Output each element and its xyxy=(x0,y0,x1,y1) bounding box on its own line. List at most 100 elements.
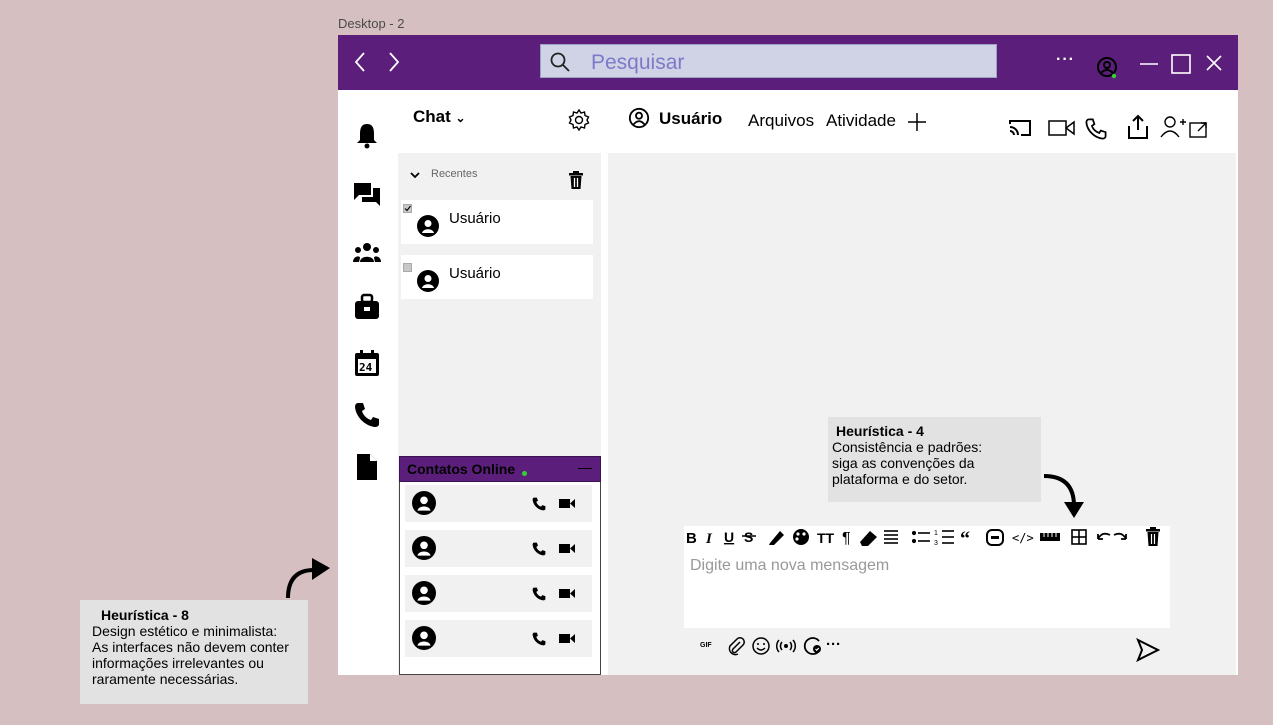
annotation-arrow-down xyxy=(1043,474,1084,518)
paragraph-icon: ¶ xyxy=(842,530,851,547)
underline-icon: U xyxy=(724,529,734,545)
strikethrough-icon: S xyxy=(744,529,753,545)
italic-icon: I xyxy=(705,531,713,547)
account-icon[interactable] xyxy=(1095,55,1119,79)
chat-item[interactable]: Usuário xyxy=(401,200,593,244)
trash-icon[interactable] xyxy=(568,170,584,190)
phone-icon[interactable] xyxy=(531,541,547,557)
note-line: Consistência e padrões: xyxy=(832,439,983,455)
contact-row[interactable] xyxy=(405,530,592,567)
chat-bubbles-icon[interactable] xyxy=(352,180,382,210)
redo-icon xyxy=(1113,532,1127,540)
teams-icon[interactable] xyxy=(352,238,382,268)
cast-icon[interactable] xyxy=(1008,118,1032,138)
tab-files[interactable]: Arquivos xyxy=(748,111,814,131)
checkbox-unchecked[interactable] xyxy=(403,263,412,272)
online-contacts-title: Contatos Online xyxy=(407,461,516,477)
chevron-right-icon xyxy=(389,52,400,72)
svg-text:24: 24 xyxy=(359,361,373,374)
contact-row[interactable] xyxy=(405,485,592,522)
video-camera-icon[interactable] xyxy=(559,632,575,645)
chevron-down-icon: ⌄ xyxy=(455,111,466,125)
online-status-dot xyxy=(522,471,527,476)
chat-item-name: Usuário xyxy=(449,210,501,227)
user-avatar-icon xyxy=(412,581,436,605)
video-camera-icon[interactable] xyxy=(559,497,575,510)
tab-activity[interactable]: Atividade xyxy=(826,111,896,131)
minimize-online-button[interactable]: — xyxy=(578,459,592,475)
tab-user[interactable]: Usuário xyxy=(659,109,722,129)
add-participant-icon[interactable] xyxy=(1160,115,1210,141)
svg-text:1: 1 xyxy=(934,530,938,537)
note-line: plataforma e do setor. xyxy=(832,471,968,487)
highlighter-icon xyxy=(769,531,784,545)
trash-icon xyxy=(1146,527,1160,546)
schedule-send-icon[interactable] xyxy=(803,636,823,656)
numbered-list-icon: 13 xyxy=(934,530,954,547)
gear-icon[interactable] xyxy=(567,108,591,132)
calendar-icon[interactable]: 24 xyxy=(352,348,382,378)
user-circle-icon xyxy=(628,107,650,129)
attach-icon[interactable] xyxy=(726,636,746,656)
code-icon: </> xyxy=(1012,531,1034,545)
user-avatar-icon xyxy=(412,536,436,560)
phone-icon[interactable] xyxy=(531,631,547,647)
note-line: As interfaces não devem conter xyxy=(92,639,289,655)
message-input[interactable]: Digite uma nova mensagem xyxy=(684,548,1170,628)
formatting-toolbar: B I U S TT ¶ 13 “ </> xyxy=(684,526,1170,550)
user-avatar-icon xyxy=(412,491,436,515)
file-icon[interactable] xyxy=(352,452,382,482)
note-line: siga as convenções da xyxy=(832,455,975,471)
video-camera-icon[interactable] xyxy=(559,587,575,600)
phone-icon[interactable] xyxy=(352,400,382,430)
app-window: 24 Chat ⌄ Recentes Usuário Usuário Conta… xyxy=(338,90,1238,675)
maximize-icon[interactable] xyxy=(1170,53,1192,75)
minimize-icon[interactable] xyxy=(1138,53,1160,75)
title-bar: Pesquisar ··· xyxy=(338,35,1238,90)
heuristic-note-4: Heurística - 4 Consistência e padrões: s… xyxy=(828,417,1041,502)
contact-row[interactable] xyxy=(405,620,592,657)
close-icon[interactable] xyxy=(1204,53,1224,73)
add-tab-icon[interactable] xyxy=(906,111,928,133)
share-icon[interactable] xyxy=(1126,114,1150,140)
phone-icon[interactable] xyxy=(531,586,547,602)
video-call-icon[interactable] xyxy=(1048,118,1076,138)
forward-button[interactable] xyxy=(382,47,406,77)
eraser-icon xyxy=(860,531,877,546)
bullet-list-icon xyxy=(911,530,930,544)
send-icon[interactable] xyxy=(1135,637,1161,663)
broadcast-icon[interactable] xyxy=(775,638,797,654)
user-avatar-icon xyxy=(417,270,439,292)
emoji-icon[interactable] xyxy=(751,636,771,656)
video-camera-icon[interactable] xyxy=(559,542,575,555)
online-contacts-list xyxy=(399,482,601,675)
align-icon xyxy=(884,530,898,544)
ruler-icon xyxy=(1040,533,1060,541)
user-avatar-icon xyxy=(417,215,439,237)
chevron-down-icon[interactable] xyxy=(409,170,421,180)
chat-item[interactable]: Usuário xyxy=(401,255,593,299)
chat-item-name: Usuário xyxy=(449,265,501,282)
search-input[interactable]: Pesquisar xyxy=(591,51,684,75)
gif-button[interactable]: GIF xyxy=(700,642,712,649)
annotation-arrow-right xyxy=(286,558,330,599)
more-options-icon[interactable]: ··· xyxy=(1056,51,1075,77)
svg-text:3: 3 xyxy=(934,540,938,547)
search-icon xyxy=(550,52,570,72)
phone-icon[interactable] xyxy=(531,496,547,512)
font-size-icon: TT xyxy=(817,530,835,546)
audio-call-icon[interactable] xyxy=(1084,117,1108,141)
recents-label: Recentes xyxy=(431,168,478,180)
search-bar[interactable]: Pesquisar xyxy=(540,44,997,78)
undo-icon xyxy=(1097,532,1111,540)
chat-dropdown[interactable]: Chat ⌄ xyxy=(413,107,466,127)
message-input-placeholder: Digite uma nova mensagem xyxy=(690,557,890,574)
more-options-icon[interactable]: ··· xyxy=(826,636,841,653)
online-contacts-header[interactable]: Contatos Online — xyxy=(399,456,601,482)
back-button[interactable] xyxy=(348,47,372,77)
checkbox-checked[interactable] xyxy=(403,204,412,213)
contact-row[interactable] xyxy=(405,575,592,612)
note-title: Heurística - 8 xyxy=(101,607,189,623)
bell-icon[interactable] xyxy=(352,120,382,150)
briefcase-icon[interactable] xyxy=(352,292,382,322)
